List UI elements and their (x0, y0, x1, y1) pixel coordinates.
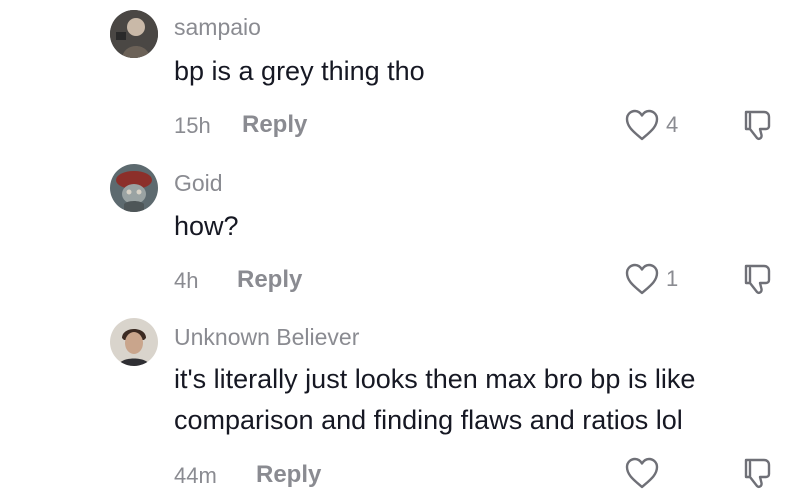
thumbs-down-outline-icon (744, 264, 771, 294)
heart-outline-icon (625, 457, 659, 489)
comment-timestamp: 4h (174, 268, 199, 293)
like-count: 4 (666, 112, 679, 137)
thumbs-down-outline-icon (744, 458, 771, 488)
comment-text: how? (174, 211, 239, 241)
dislike-button[interactable] (742, 262, 774, 301)
comment-timestamp: 15h (174, 113, 211, 138)
heart-outline-icon (625, 109, 659, 141)
reply-button[interactable]: Reply (242, 111, 307, 139)
dislike-button[interactable] (742, 108, 774, 147)
comment-text: bp is a grey thing tho (174, 56, 425, 86)
dislike-button[interactable] (742, 456, 774, 495)
comment-username[interactable]: Unknown Believer (174, 324, 359, 351)
comment-text: it's literally just looks then max bro b… (174, 364, 696, 394)
like-button[interactable]: 1 (624, 262, 678, 296)
avatar[interactable] (110, 318, 158, 366)
comment-username[interactable]: Goid (174, 170, 223, 197)
thumbs-down-outline-icon (744, 110, 771, 140)
reply-button[interactable]: Reply (256, 461, 321, 489)
heart-outline-icon (625, 263, 659, 295)
like-button[interactable] (624, 456, 666, 490)
avatar[interactable] (110, 164, 158, 212)
like-count: 1 (666, 266, 679, 291)
comment-username[interactable]: sampaio (174, 14, 261, 41)
avatar[interactable] (110, 10, 158, 58)
comment-timestamp: 44m (174, 463, 217, 488)
comment-text: comparison and finding flaws and ratios … (174, 405, 683, 435)
like-button[interactable]: 4 (624, 108, 678, 142)
reply-button[interactable]: Reply (237, 266, 302, 294)
